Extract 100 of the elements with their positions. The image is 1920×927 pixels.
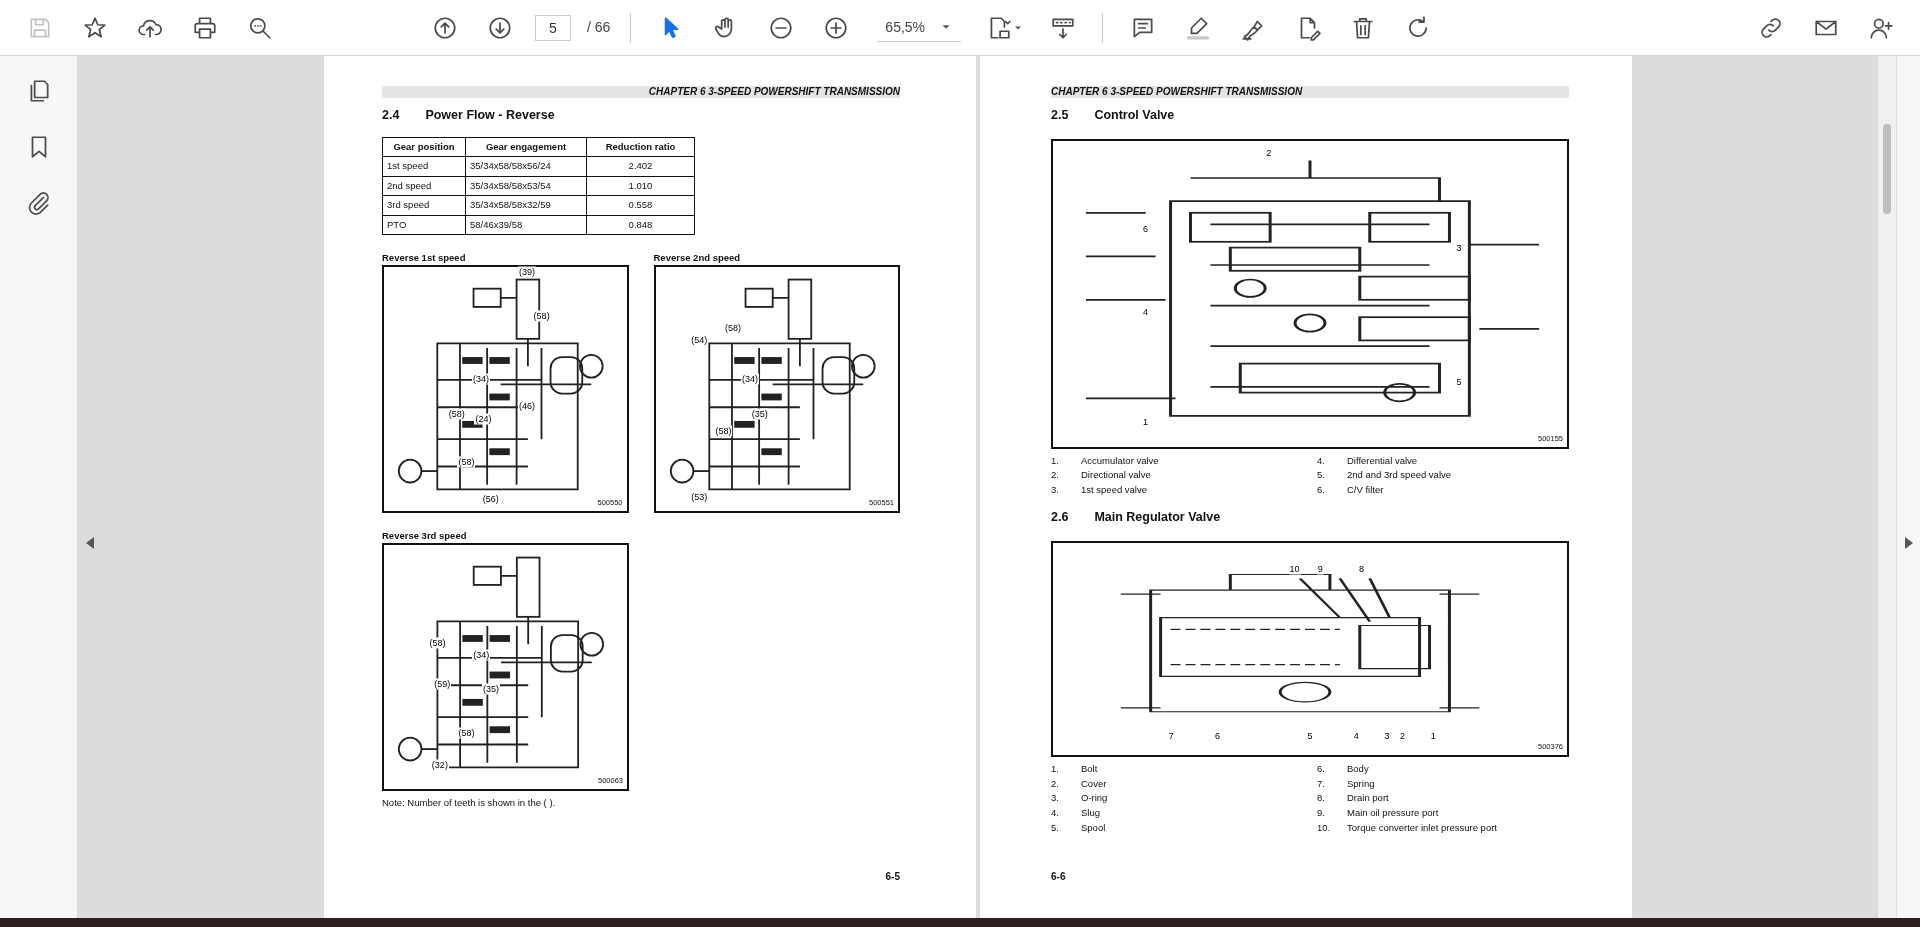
legend-number: 5. xyxy=(1051,820,1060,835)
page-count: / 66 xyxy=(587,18,611,37)
legend-text: Torque converter inlet pressure port xyxy=(1347,820,1497,835)
legend-text: Main oil pressure port xyxy=(1347,806,1439,821)
gear-label: (58) xyxy=(428,637,447,649)
expand-right-icon[interactable] xyxy=(1903,536,1915,550)
legend-text: 1st speed valve xyxy=(1081,482,1147,497)
legend-text: Spring xyxy=(1347,776,1375,791)
legend-text: O-ring xyxy=(1081,791,1108,806)
zoom-out-icon[interactable] xyxy=(767,14,794,41)
legend-text: 2nd and 3rd speed valve xyxy=(1347,468,1452,483)
gear-label: (59) xyxy=(433,678,452,690)
gear-label: (54) xyxy=(690,334,709,346)
gear-label: (34) xyxy=(741,374,760,385)
legend-number: 4. xyxy=(1317,453,1326,468)
legend-text: Directional valve xyxy=(1081,468,1151,483)
gear-label: (32) xyxy=(430,759,449,771)
gear-label: (53) xyxy=(690,491,709,503)
callout-number: 5 xyxy=(1306,730,1314,742)
figure-title: Reverse 1st speed xyxy=(382,251,467,266)
column-header: Gear engagement xyxy=(465,137,587,157)
table-cell: 35/34x58/58x53/54 xyxy=(465,176,587,196)
callout-number: 3 xyxy=(1383,730,1391,742)
table-cell: 0.558 xyxy=(586,195,695,216)
callout-number: 4 xyxy=(1352,730,1360,742)
callout-number: 8 xyxy=(1357,563,1365,575)
legend-number: 2. xyxy=(1051,776,1060,791)
previous-page-icon[interactable] xyxy=(431,14,458,41)
legend-number: 3. xyxy=(1051,791,1060,806)
legend-number: 8. xyxy=(1317,791,1326,806)
scrollbar-thumb[interactable] xyxy=(1883,124,1891,214)
gear-label: (24) xyxy=(474,413,493,424)
page-header: CHAPTER 6 3-SPEED POWERSHIFT TRANSMISSION xyxy=(1051,86,1569,98)
legend-number: 10. xyxy=(1317,820,1332,835)
highlighter-icon[interactable] xyxy=(1184,14,1211,41)
legend-number: 2. xyxy=(1051,468,1060,483)
gear-label: (34) xyxy=(472,649,491,661)
legend-text: Differential valve xyxy=(1347,453,1418,468)
print-icon[interactable] xyxy=(191,14,218,41)
legend-number: 6. xyxy=(1317,762,1326,777)
callout-number: 4 xyxy=(1142,306,1149,318)
legend-number: 5. xyxy=(1317,468,1326,483)
legend-number: 6. xyxy=(1317,482,1326,497)
scrollbar[interactable] xyxy=(1878,56,1896,918)
legend-number: 9. xyxy=(1317,806,1326,821)
table-cell: 35/34x58/58x56/24 xyxy=(465,156,587,177)
callout-number: 6 xyxy=(1213,730,1221,742)
callout-number: 10 xyxy=(1288,563,1301,575)
legend-number: 3. xyxy=(1051,482,1060,497)
callout-number: 1 xyxy=(1429,730,1437,742)
callout-number: 2 xyxy=(1265,147,1273,159)
collapse-left-icon[interactable] xyxy=(84,536,96,550)
legend-number: 1. xyxy=(1051,762,1060,777)
callout-number: 5 xyxy=(1455,377,1463,388)
gear-label: (35) xyxy=(750,408,769,420)
table-cell: 2nd speed xyxy=(382,176,466,196)
section-number: 2.4 xyxy=(382,107,400,124)
table-cell: 1.010 xyxy=(586,176,695,196)
next-page-icon[interactable] xyxy=(486,14,513,41)
section-number: 2.6 xyxy=(1051,508,1069,526)
gear-label: (35) xyxy=(481,683,500,695)
figure-title: Reverse 2nd speed xyxy=(653,251,742,266)
section-number: 2.5 xyxy=(1051,107,1069,124)
page-header: CHAPTER 6 3-SPEED POWERSHIFT TRANSMISSION xyxy=(382,86,900,98)
callout-number: 3 xyxy=(1455,242,1463,254)
page-number: 6-5 xyxy=(885,870,900,884)
callout-number: 7 xyxy=(1167,730,1175,742)
table-cell: PTO xyxy=(382,215,466,235)
column-header: Gear position xyxy=(382,137,466,157)
zoom-dropdown[interactable]: 65,5% xyxy=(877,13,962,42)
legend-text: Spool xyxy=(1081,820,1106,835)
section-title: Power Flow - Reverse xyxy=(425,107,555,124)
legend-number: 4. xyxy=(1051,806,1060,821)
callout-number: 9 xyxy=(1316,563,1324,575)
section-title: Main Regulator Valve xyxy=(1094,508,1221,526)
figure-title: Reverse 3rd speed xyxy=(382,529,468,544)
callout-number: 2 xyxy=(1399,730,1406,742)
table-cell: 35/34x58/58x32/59 xyxy=(465,195,587,216)
page-number-field[interactable]: 5 xyxy=(535,14,571,41)
table-cell: 0.848 xyxy=(586,215,695,235)
legend-text: Cover xyxy=(1081,776,1107,791)
gear-label: (58) xyxy=(714,425,733,437)
table-cell: 2.402 xyxy=(586,156,695,177)
table-cell: 3rd speed xyxy=(382,195,466,216)
callout-number: 6 xyxy=(1142,224,1149,235)
legend-number: 7. xyxy=(1317,776,1326,791)
legend-text: Bolt xyxy=(1081,762,1098,777)
legend-text: Slug xyxy=(1081,806,1100,821)
gear-label: (34) xyxy=(472,374,490,385)
gear-label: (58) xyxy=(457,456,476,468)
note-text: Note: Number of teeth is shown in the ( ). xyxy=(382,796,557,811)
gear-label: (39) xyxy=(518,266,537,278)
zoom-in-icon[interactable] xyxy=(822,14,849,41)
section-title: Control Valve xyxy=(1094,107,1175,124)
table-cell: 58/46x39/58 xyxy=(465,215,587,235)
gear-label: (58) xyxy=(447,408,466,420)
gear-label: (58) xyxy=(457,727,476,739)
legend-text: Drain port xyxy=(1347,791,1389,806)
legend-number: 1. xyxy=(1051,453,1060,468)
table-cell: 1st speed xyxy=(382,156,466,177)
